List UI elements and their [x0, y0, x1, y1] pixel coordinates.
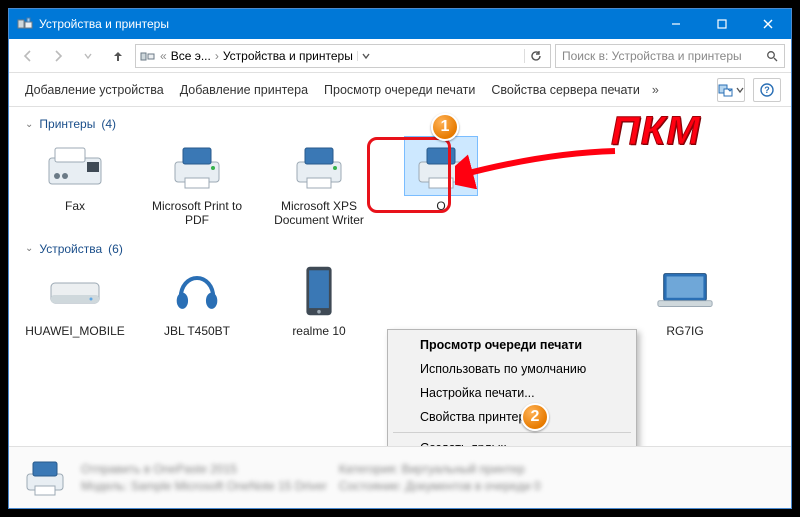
laptop-icon: [649, 262, 721, 320]
refresh-button[interactable]: [524, 49, 546, 63]
headphones-icon: [161, 262, 233, 320]
chevron-right-icon: ›: [215, 49, 219, 63]
breadcrumb-sep: «: [160, 49, 167, 63]
annotation-pkm-label: ПКМ: [611, 109, 701, 154]
device-item-fax[interactable]: Fax: [25, 137, 125, 228]
help-button[interactable]: ?: [753, 78, 781, 102]
search-input[interactable]: Поиск в: Устройства и принтеры: [555, 44, 785, 68]
group-printers-count: (4): [101, 117, 116, 131]
footer-line-2: Модель: Sample Microsoft OneNote 15 Driv…: [81, 478, 327, 495]
drive-icon: [39, 262, 111, 320]
breadcrumb-current[interactable]: Устройства и принтеры: [223, 49, 353, 63]
close-button[interactable]: [745, 9, 791, 39]
device-label: Microsoft Print to PDF: [147, 199, 247, 228]
view-queue-button[interactable]: Просмотр очереди печати: [318, 79, 481, 101]
ctx-print-prefs[interactable]: Настройка печати...: [391, 381, 633, 405]
printer-thumbnail-icon: [21, 458, 69, 498]
devices-list: HUAWEI_MOBILE JBL T450BT realme 10 U RG7…: [25, 262, 775, 338]
toolbar: Добавление устройства Добавление принтер…: [9, 73, 791, 107]
device-label: O: [391, 199, 491, 213]
devices-icon: [17, 16, 33, 32]
chevron-down-icon: ⌄: [25, 243, 33, 254]
device-item-ms-xps[interactable]: Microsoft XPS Document Writer: [269, 137, 369, 228]
history-dropdown[interactable]: [75, 43, 101, 69]
details-text: Отправить в OnePaste 2015 Модель: Sample…: [81, 461, 327, 495]
address-dropdown[interactable]: [357, 51, 375, 61]
fax-icon: [39, 137, 111, 195]
annotation-arrow: [455, 145, 619, 189]
minimize-button[interactable]: [653, 9, 699, 39]
ctx-view-queue[interactable]: Просмотр очереди печати: [391, 333, 633, 357]
search-icon: [766, 50, 778, 62]
back-button[interactable]: [15, 43, 41, 69]
device-label: HUAWEI_MOBILE: [25, 324, 125, 338]
device-label: RG7IG: [635, 324, 735, 338]
window-title: Устройства и принтеры: [39, 17, 653, 31]
device-item-realme[interactable]: realme 10: [269, 262, 369, 338]
ctx-create-shortcut[interactable]: Создать ярлык: [391, 436, 633, 446]
ctx-printer-props[interactable]: Свойства принтера: [391, 405, 633, 429]
device-item-rg7ig[interactable]: RG7IG: [635, 262, 735, 338]
search-placeholder-text: Поиск в: Устройства и принтеры: [562, 49, 742, 63]
up-button[interactable]: [105, 43, 131, 69]
device-label: Microsoft XPS Document Writer: [269, 199, 369, 228]
footer-line-1: Отправить в OnePaste 2015: [81, 461, 327, 478]
footer-line-4: Состояние: Документов в очереди 0: [339, 478, 541, 495]
details-text-2: Категория: Виртуальный принтер Состояние…: [339, 461, 541, 495]
device-item-huawei-mobile[interactable]: HUAWEI_MOBILE: [25, 262, 125, 338]
server-props-button[interactable]: Свойства сервера печати: [485, 79, 646, 101]
address-bar[interactable]: « Все э... › Устройства и принтеры: [135, 44, 551, 68]
annotation-badge-2: 2: [521, 403, 549, 431]
context-menu: Просмотр очереди печати Использовать по …: [387, 329, 637, 446]
add-device-button[interactable]: Добавление устройства: [19, 79, 170, 101]
forward-button[interactable]: [45, 43, 71, 69]
svg-text:?: ?: [764, 85, 770, 95]
chevron-down-icon: ⌄: [25, 119, 33, 130]
view-mode-button[interactable]: [717, 78, 745, 102]
titlebar: Устройства и принтеры: [9, 9, 791, 39]
add-printer-button[interactable]: Добавление принтера: [174, 79, 314, 101]
group-devices-count: (6): [108, 242, 123, 256]
group-devices-header[interactable]: ⌄ Устройства (6): [25, 242, 775, 256]
maximize-button[interactable]: [699, 9, 745, 39]
footer-line-3: Категория: Виртуальный принтер: [339, 461, 541, 478]
device-label: realme 10: [269, 324, 369, 338]
window-devices-and-printers: Устройства и принтеры « Все э... › Устро…: [8, 8, 792, 509]
group-devices-label: Устройства: [39, 242, 102, 256]
annotation-badge-1: 1: [431, 113, 459, 141]
device-label: Fax: [25, 199, 125, 213]
breadcrumb-root[interactable]: Все э...: [171, 49, 211, 63]
details-pane: Отправить в OnePaste 2015 Модель: Sample…: [9, 446, 791, 508]
toolbar-overflow[interactable]: »: [650, 83, 661, 97]
devices-small-icon: [140, 49, 156, 63]
printer-icon: [161, 137, 233, 195]
device-label: JBL T450BT: [147, 324, 247, 338]
device-item-ms-print-pdf[interactable]: Microsoft Print to PDF: [147, 137, 247, 228]
phone-icon: [283, 262, 355, 320]
navbar: « Все э... › Устройства и принтеры Поиск…: [9, 39, 791, 73]
printer-icon: [283, 137, 355, 195]
content-area: ⌄ Принтеры (4) Fax Microsoft Print to PD…: [9, 107, 791, 446]
group-printers-label: Принтеры: [39, 117, 95, 131]
ctx-set-default[interactable]: Использовать по умолчанию: [391, 357, 633, 381]
device-item-jbl[interactable]: JBL T450BT: [147, 262, 247, 338]
